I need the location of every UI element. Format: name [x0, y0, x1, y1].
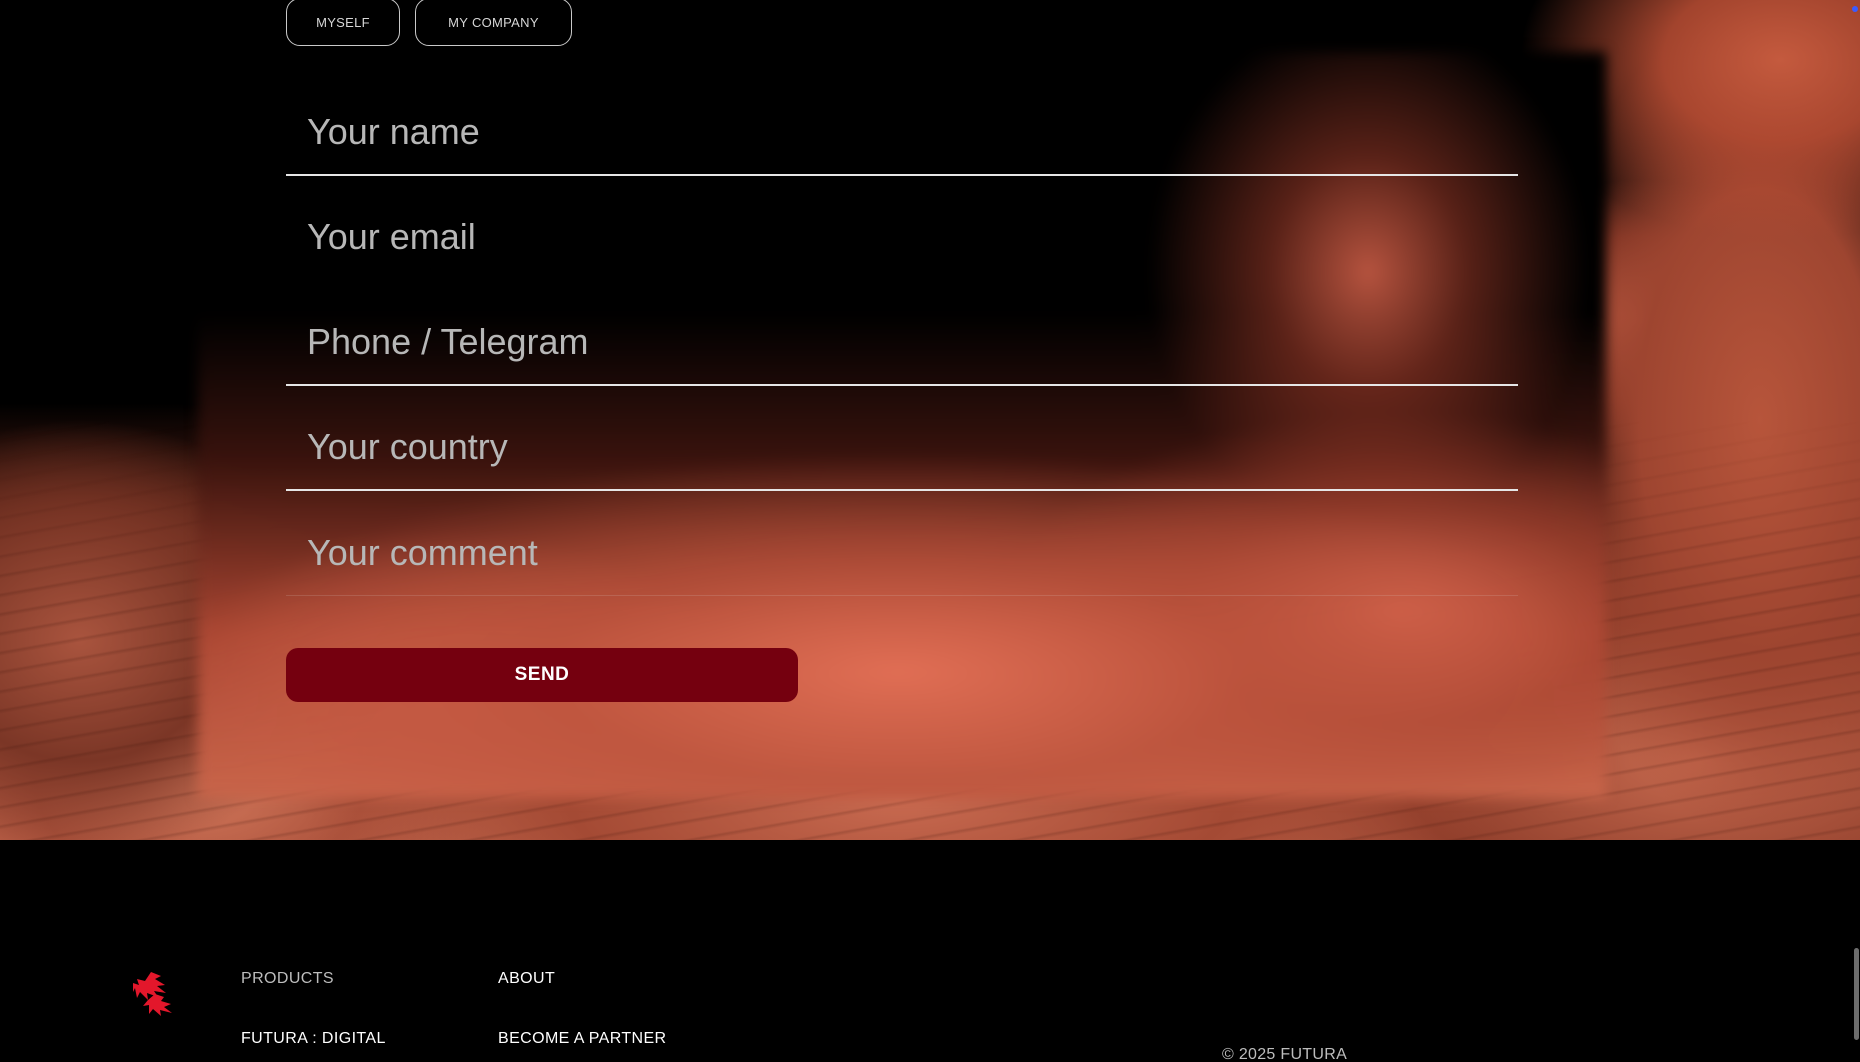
country-input[interactable]: [286, 403, 1518, 491]
comment-field-wrapper: [286, 508, 1518, 596]
phone-field-wrapper: [286, 298, 1518, 386]
copyright-text: © 2025 FUTURA: [1222, 1046, 1348, 1062]
footer-link-products[interactable]: PRODUCTS: [241, 970, 334, 988]
comment-underline: [286, 595, 1518, 596]
footer: PRODUCTS FUTURA : DIGITAL ABOUT BECOME A…: [0, 840, 1860, 1062]
comment-textarea[interactable]: [286, 508, 1518, 596]
email-field-wrapper: [286, 193, 1518, 281]
page-scrollbar[interactable]: [1850, 0, 1860, 1062]
phone-underline: [286, 384, 1518, 386]
footer-link-futura-digital[interactable]: FUTURA : DIGITAL: [241, 1030, 386, 1048]
toggle-myself-button[interactable]: MYSELF: [286, 0, 400, 46]
country-underline: [286, 489, 1518, 491]
toggle-company-button[interactable]: MY COMPANY: [415, 0, 572, 46]
indicator-dot: [1852, 6, 1858, 12]
futura-logo-icon[interactable]: [133, 968, 183, 1018]
email-input[interactable]: [286, 193, 1518, 281]
scrollbar-thumb[interactable]: [1854, 948, 1859, 1040]
name-input[interactable]: [286, 88, 1518, 176]
send-button[interactable]: SEND: [286, 648, 798, 702]
country-field-wrapper: [286, 403, 1518, 491]
page: MYSELF MY COMPANY SEND P: [0, 0, 1860, 1062]
name-underline: [286, 174, 1518, 176]
footer-link-become-partner[interactable]: BECOME A PARTNER: [498, 1030, 667, 1048]
footer-link-about[interactable]: ABOUT: [498, 970, 555, 988]
name-field-wrapper: [286, 88, 1518, 176]
phone-telegram-input[interactable]: [286, 298, 1518, 386]
